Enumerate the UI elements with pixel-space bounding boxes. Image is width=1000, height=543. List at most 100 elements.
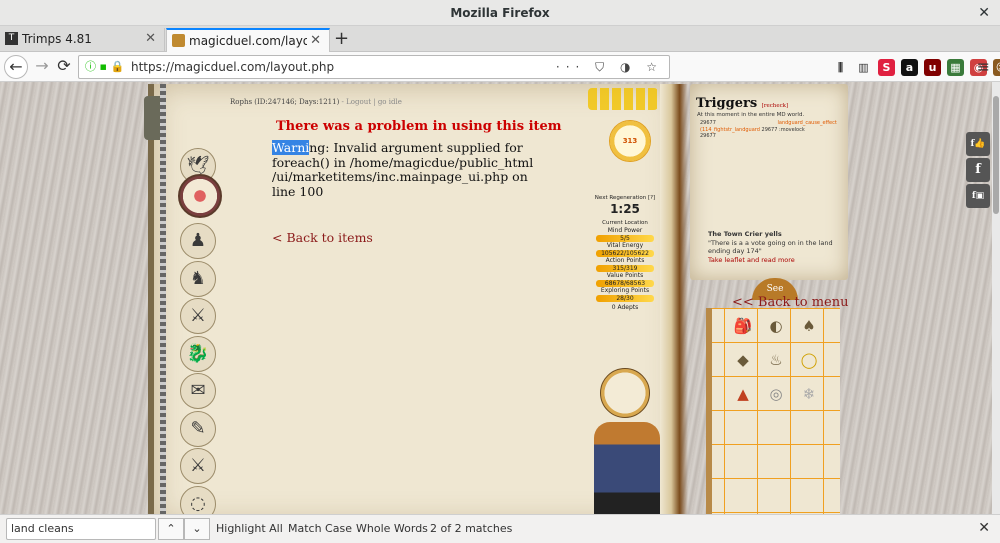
envelope-icon[interactable]: ✉ [180,373,216,409]
url-bar[interactable]: ⓘ ▪ 🔒 https://magicduel.com/layout.php ·… [78,55,670,79]
stat-bar: 28/30 [596,295,654,302]
next-regen-time: 1:25 [610,202,640,216]
highlight-all-toggle[interactable]: Highlight All [216,522,283,535]
trigger-link[interactable]: (114_fightstr_landguard [700,127,760,133]
pouch-icon[interactable]: ◆ [732,350,754,370]
stat-label: Value Points [606,272,644,279]
window-title: Mozilla Firefox [450,6,550,20]
tab-label: Trimps 4.81 [22,32,92,46]
dragon-icon[interactable]: 🐉 [180,335,216,372]
find-bar: land cleans ⌃ ⌄ Highlight All Match Case… [0,514,1000,543]
crossed-swords-shield-icon[interactable]: ⚔ [180,298,216,334]
trigger-row: 29677 [700,133,716,139]
compass-icon[interactable] [178,174,222,218]
facebook-icon[interactable]: f [966,158,990,182]
bottom-icon[interactable]: ◌ [180,485,216,514]
acorn-icon[interactable]: ♠ [798,316,820,336]
green-bag-icon[interactable]: 🎒 [732,316,754,336]
monkey-icon[interactable]: ☺ [993,59,1000,76]
page-content: 🕊 ♟ ♞ ⚔ 🐉 ✉ ✎ ⚔ ◌ Rophs (ID:247146; Days… [0,82,992,514]
stat-label: Vital Energy [606,242,644,249]
error-title: There was a problem in using this item [276,119,562,134]
chain-decoration [160,84,166,514]
stat-label: Action Points [605,257,645,264]
silver-ring-icon[interactable]: ◎ [765,384,787,404]
tab-close-icon[interactable]: ✕ [310,30,321,52]
stylus-icon[interactable]: S [878,59,895,76]
triggers-heading: Triggers [recheck] [696,96,788,111]
sidebar-icon[interactable]: ▥ [855,59,872,76]
stats-panel: Next Regeneration [?] 1:25 Current Locat… [590,194,660,312]
current-location[interactable]: Current Location [590,219,660,227]
extension-icons: ⫼ ▥ S a u ▦ ◉ ☺ [832,59,1000,77]
snowflake-icon[interactable]: ❄ [798,384,820,404]
lock-icon[interactable]: ⓘ ▪ 🔒 [85,56,124,78]
crier-text: "There is a a vote going on in the land … [708,238,833,256]
gold-ring-icon[interactable]: ◯ [798,350,820,370]
tab-close-icon[interactable]: ✕ [145,28,156,50]
stat-bar: 68678/68563 [596,280,654,287]
reload-button[interactable]: ⟳ [52,55,76,79]
players-icon[interactable]: ♟ [180,223,216,259]
shell-icon[interactable]: ◐ [765,316,787,336]
stat-bar: 315/319 [596,265,654,272]
tab-magicduel[interactable]: magicduel.com/layout.php ✕ [166,28,330,52]
window-close-icon[interactable]: ✕ [978,0,990,26]
forward-button[interactable]: → [30,55,54,79]
tab-label: magicduel.com/layout.php [189,34,307,48]
next-regen-label[interactable]: Next Regeneration [?] [590,194,660,202]
find-status: 2 of 2 matches [430,522,513,535]
warning-body: ng: Invalid argument supplied for foreac… [272,140,534,199]
inventory-grid: 🎒 ◐ ♠ ◆ ♨ ◯ ▲ ◎ ❄ [706,308,840,514]
image-extension-icon[interactable]: ▦ [947,59,964,76]
navigation-toolbar: ← → ⟳ ⓘ ▪ 🔒 https://magicduel.com/layout… [0,52,1000,82]
library-icon[interactable]: ⫼ [832,59,849,76]
knight-avatar[interactable] [594,422,660,514]
scroll-icon[interactable]: ✎ [180,410,216,447]
find-input[interactable]: land cleans [6,518,156,540]
url-text[interactable]: https://magicduel.com/layout.php [131,56,334,78]
feather-icon[interactable]: ♨ [765,350,787,370]
new-tab-button[interactable]: + [334,28,349,50]
cake-icon[interactable]: ▲ [732,384,754,404]
whole-words-toggle[interactable]: Whole Words [356,522,428,535]
user-info: Rophs (ID:247146; Days:1211) - Logout | … [230,98,402,106]
sun-badge[interactable]: 313 [609,120,651,162]
medallion-icon[interactable] [600,368,650,418]
triggers-list: 29677 landguard_cause_effect (114_fights… [700,120,850,140]
find-next-button[interactable]: ⌄ [184,518,210,540]
triggers-title: Triggers [696,96,758,111]
trigger-link[interactable]: landguard_cause_effect [778,120,837,126]
tab-strip: T Trimps 4.81 ✕ magicduel.com/layout.php… [0,26,1000,52]
tab-trimps[interactable]: T Trimps 4.81 ✕ [0,28,165,52]
beast-icon[interactable]: ♞ [180,260,216,297]
magicduel-tab-icon [172,34,185,47]
facebook-share-icon[interactable]: f▣ [966,184,990,208]
facebook-like-icon[interactable]: f👍 [966,132,990,156]
menu-icon[interactable]: ≡ [977,57,990,76]
a-extension-icon[interactable]: a [901,59,918,76]
ublock-icon[interactable]: u [924,59,941,76]
user-links[interactable]: Logout | go idle [346,98,402,106]
stat-bar: 105622/105622 [596,250,654,257]
scrollbar-thumb[interactable] [993,96,999,214]
coins-icon [588,88,658,110]
vertical-scrollbar[interactable] [992,82,1000,514]
match-case-toggle[interactable]: Match Case [288,522,352,535]
window-titlebar: Mozilla Firefox ✕ [0,0,1000,26]
recheck-link[interactable]: [recheck] [762,103,788,109]
back-button[interactable]: ← [4,55,28,79]
back-to-items-link[interactable]: < Back to items [272,230,373,245]
find-close-icon[interactable]: ✕ [978,520,990,536]
stat-bar: 5/5 [596,235,654,242]
crossed-swords-icon[interactable]: ⚔ [180,448,216,484]
user-id: Rophs (ID:247146; Days:1211) [230,98,340,106]
trimps-tab-icon: T [5,32,18,45]
warning-message: Warning: Invalid argument supplied for f… [272,140,552,199]
page-actions[interactable]: ··· ⛉ ◑ ☆ [556,56,663,78]
triggers-subtitle: At this moment in the entire MD world. [697,112,805,118]
stat-label: Mind Power [607,227,643,234]
crier-link[interactable]: Take leaflet and read more [708,256,838,265]
burnt-edge [660,84,688,514]
find-previous-button[interactable]: ⌃ [158,518,184,540]
